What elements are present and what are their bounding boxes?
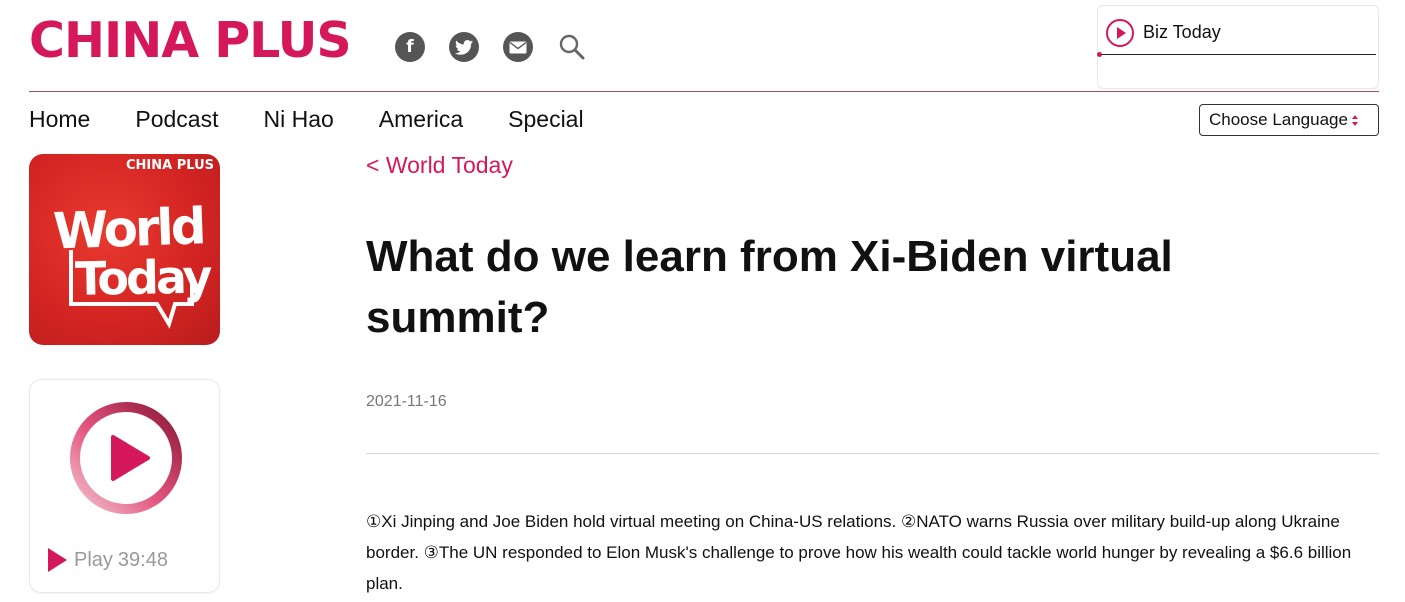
cover-title-line2: Today: [75, 249, 213, 305]
twitter-icon[interactable]: [449, 32, 479, 62]
site-logo[interactable]: CHINA PLUS: [29, 12, 352, 69]
play-circle-icon[interactable]: [68, 400, 184, 516]
nav-item-ni-hao[interactable]: Ni Hao: [263, 106, 333, 133]
nav-item-america[interactable]: America: [379, 106, 463, 133]
episode-player: Play 39:48: [29, 379, 220, 593]
article-summary: ①Xi Jinping and Joe Biden hold virtual m…: [366, 512, 1352, 593]
play-label: Play: [74, 548, 113, 571]
language-select[interactable]: Choose Language: [1199, 104, 1379, 136]
nav-item-podcast[interactable]: Podcast: [135, 106, 218, 133]
cover-artwork: World Today: [52, 197, 213, 329]
radio-progress-handle[interactable]: [1097, 52, 1102, 57]
radio-play-button[interactable]: [1106, 19, 1134, 47]
play-icon: [48, 548, 67, 572]
language-select-label: Choose Language: [1209, 110, 1348, 129]
radio-title[interactable]: Biz Today: [1143, 22, 1221, 43]
nav-item-special[interactable]: Special: [508, 106, 583, 133]
mail-icon[interactable]: [503, 32, 533, 62]
article-divider: [366, 453, 1379, 454]
header-divider: [29, 91, 1379, 92]
social-links: f: [395, 32, 587, 62]
chevron-updown-icon: [1351, 114, 1358, 126]
radio-progress-bar[interactable]: [1099, 54, 1376, 55]
podcast-cover: CHINA PLUS World Today: [29, 154, 220, 345]
facebook-icon[interactable]: f: [395, 32, 425, 62]
search-icon[interactable]: [557, 32, 587, 62]
article-date: 2021-11-16: [366, 393, 447, 410]
back-to-world-today-link[interactable]: < World Today: [366, 152, 513, 179]
article-title: What do we learn from Xi-Biden virtual s…: [366, 232, 1173, 342]
nav-item-home[interactable]: Home: [29, 106, 90, 133]
episode-duration: 39:48: [117, 548, 168, 571]
play-episode-button[interactable]: Play 39:48: [48, 548, 168, 572]
live-radio-widget: Biz Today: [1097, 5, 1379, 89]
main-nav: Home Podcast Ni Hao America Special: [29, 106, 629, 133]
